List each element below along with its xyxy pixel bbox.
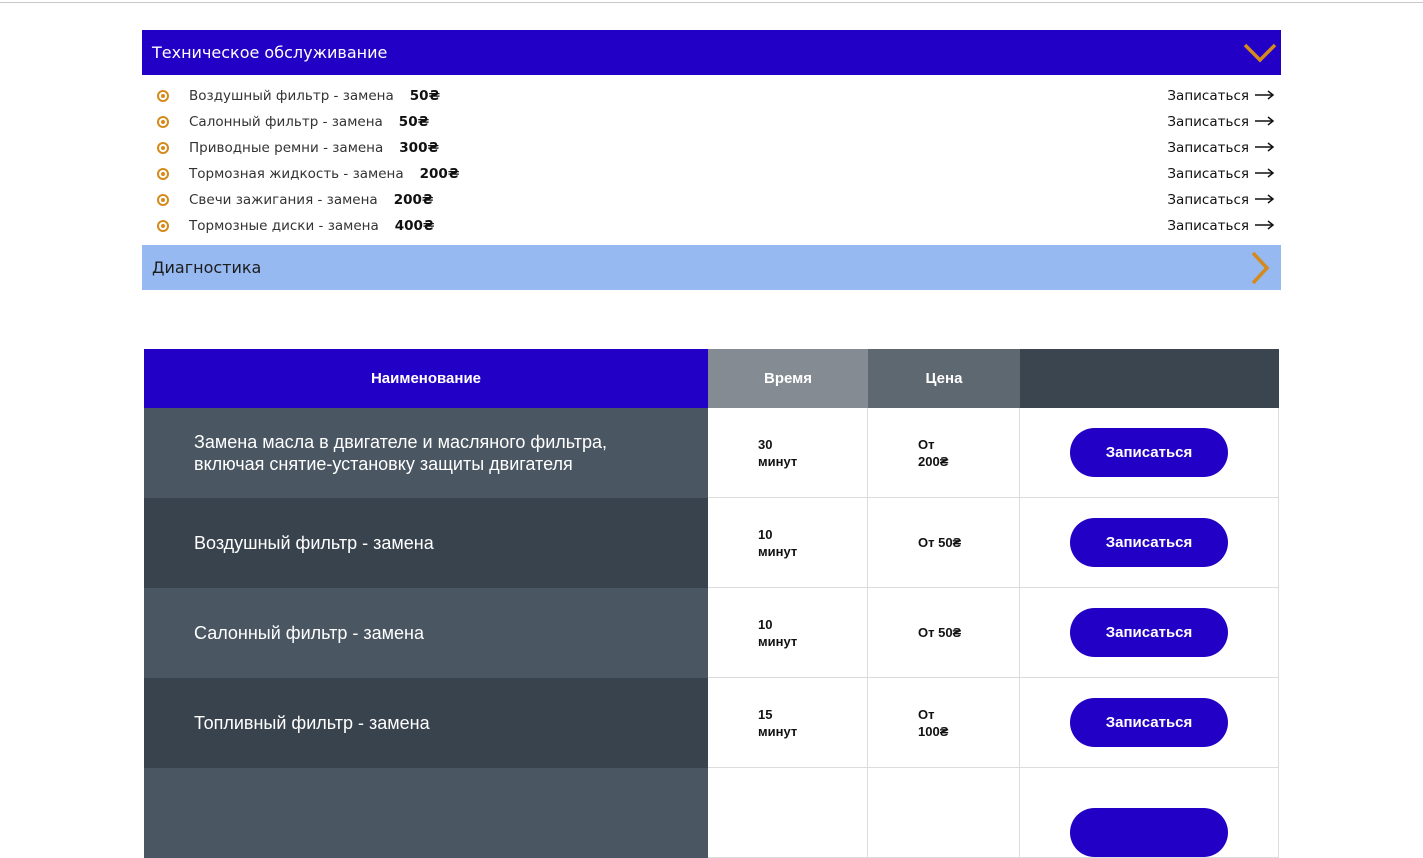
list-item: Салонный фильтр - замена 50₴ Записаться [142,109,1281,135]
header-price: Цена [868,349,1020,408]
table-row: Топливный фильтр - замена 15 минут От 10… [144,678,1279,768]
list-item: Свечи зажигания - замена 200₴ Записаться [142,187,1281,213]
book-button[interactable] [1070,808,1228,857]
service-name: Салонный фильтр - замена [144,588,708,678]
service-price: 400₴ [394,218,435,234]
service-price: 50₴ [398,114,430,130]
radio-bullet-icon [157,194,169,206]
list-item: Тормозные диски - замена 400₴ Записаться [142,213,1281,239]
header-action [1020,349,1279,408]
service-time: 10 минут [758,616,798,649]
table-row: Замена масла в двигателе и масляного фил… [144,408,1279,498]
service-price: 200₴ [393,192,434,208]
service-price: От 200₴ [918,436,949,469]
accordion-header-diagnostics[interactable]: Диагностика [142,245,1281,290]
radio-bullet-icon [157,90,169,102]
service-price: 300₴ [399,140,440,156]
book-link[interactable]: Записаться [1167,218,1275,234]
radio-bullet-icon [157,116,169,128]
header-time: Время [708,349,868,408]
service-price: От 50₴ [918,535,962,550]
chevron-down-icon[interactable] [1239,30,1281,75]
service-name: Замена масла в двигателе и масляного фил… [144,408,708,498]
book-button[interactable]: Записаться [1070,608,1228,657]
header-name: Наименование [144,349,708,408]
list-item: Воздушный фильтр - замена 50₴ Записаться [142,83,1281,109]
book-link-label: Записаться [1167,166,1249,182]
radio-bullet-icon [157,220,169,232]
service-price: 200₴ [419,166,460,182]
service-name: Салонный фильтр - замена [189,114,383,130]
book-button[interactable]: Записаться [1070,428,1228,477]
radio-bullet-icon [157,168,169,180]
service-time: 15 минут [758,706,798,739]
arrow-right-icon [1255,114,1275,130]
book-link-label: Записаться [1167,218,1249,234]
service-price: От 50₴ [918,625,962,640]
arrow-right-icon [1255,140,1275,156]
chevron-right-icon[interactable] [1239,245,1281,290]
arrow-right-icon [1255,166,1275,182]
book-link[interactable]: Записаться [1167,192,1275,208]
radio-bullet-icon [157,142,169,154]
price-table: Наименование Время Цена Замена масла в д… [144,349,1279,858]
accordion-title: Диагностика [152,258,262,277]
service-name: Тормозные диски - замена [189,218,379,234]
services-accordion: Техническое обслуживание Воздушный фильт… [142,30,1281,290]
book-link-label: Записаться [1167,114,1249,130]
top-divider [0,2,1423,3]
table-row: Салонный фильтр - замена 10 минут От 50₴… [144,588,1279,678]
book-button[interactable]: Записаться [1070,518,1228,567]
arrow-right-icon [1255,192,1275,208]
accordion-header-maintenance[interactable]: Техническое обслуживание [142,30,1281,75]
service-name: Приводные ремни - замена [189,140,384,156]
book-button[interactable]: Записаться [1070,698,1228,747]
service-name: Топливный фильтр - замена [144,678,708,768]
service-price: 50₴ [409,88,441,104]
book-link[interactable]: Записаться [1167,114,1275,130]
arrow-right-icon [1255,218,1275,234]
service-name: Воздушный фильтр - замена [189,88,394,104]
book-link-label: Записаться [1167,192,1249,208]
book-link[interactable]: Записаться [1167,140,1275,156]
service-price: От 100₴ [918,706,949,739]
service-name: Свечи зажигания - замена [189,192,378,208]
book-link-label: Записаться [1167,88,1249,104]
service-time: 30 минут [758,436,798,469]
arrow-right-icon [1255,88,1275,104]
list-item: Приводные ремни - замена 300₴ Записаться [142,135,1281,161]
service-name: Тормозная жидкость - замена [189,166,404,182]
maintenance-list: Воздушный фильтр - замена 50₴ Записаться… [142,75,1281,245]
list-item: Тормозная жидкость - замена 200₴ Записат… [142,161,1281,187]
book-link[interactable]: Записаться [1167,88,1275,104]
table-row [144,768,1279,858]
table-header: Наименование Время Цена [144,349,1279,408]
book-link[interactable]: Записаться [1167,166,1275,182]
book-link-label: Записаться [1167,140,1249,156]
service-name: Воздушный фильтр - замена [144,498,708,588]
service-name [144,768,708,858]
accordion-title: Техническое обслуживание [152,43,388,62]
service-time: 10 минут [758,526,798,559]
table-row: Воздушный фильтр - замена 10 минут От 50… [144,498,1279,588]
